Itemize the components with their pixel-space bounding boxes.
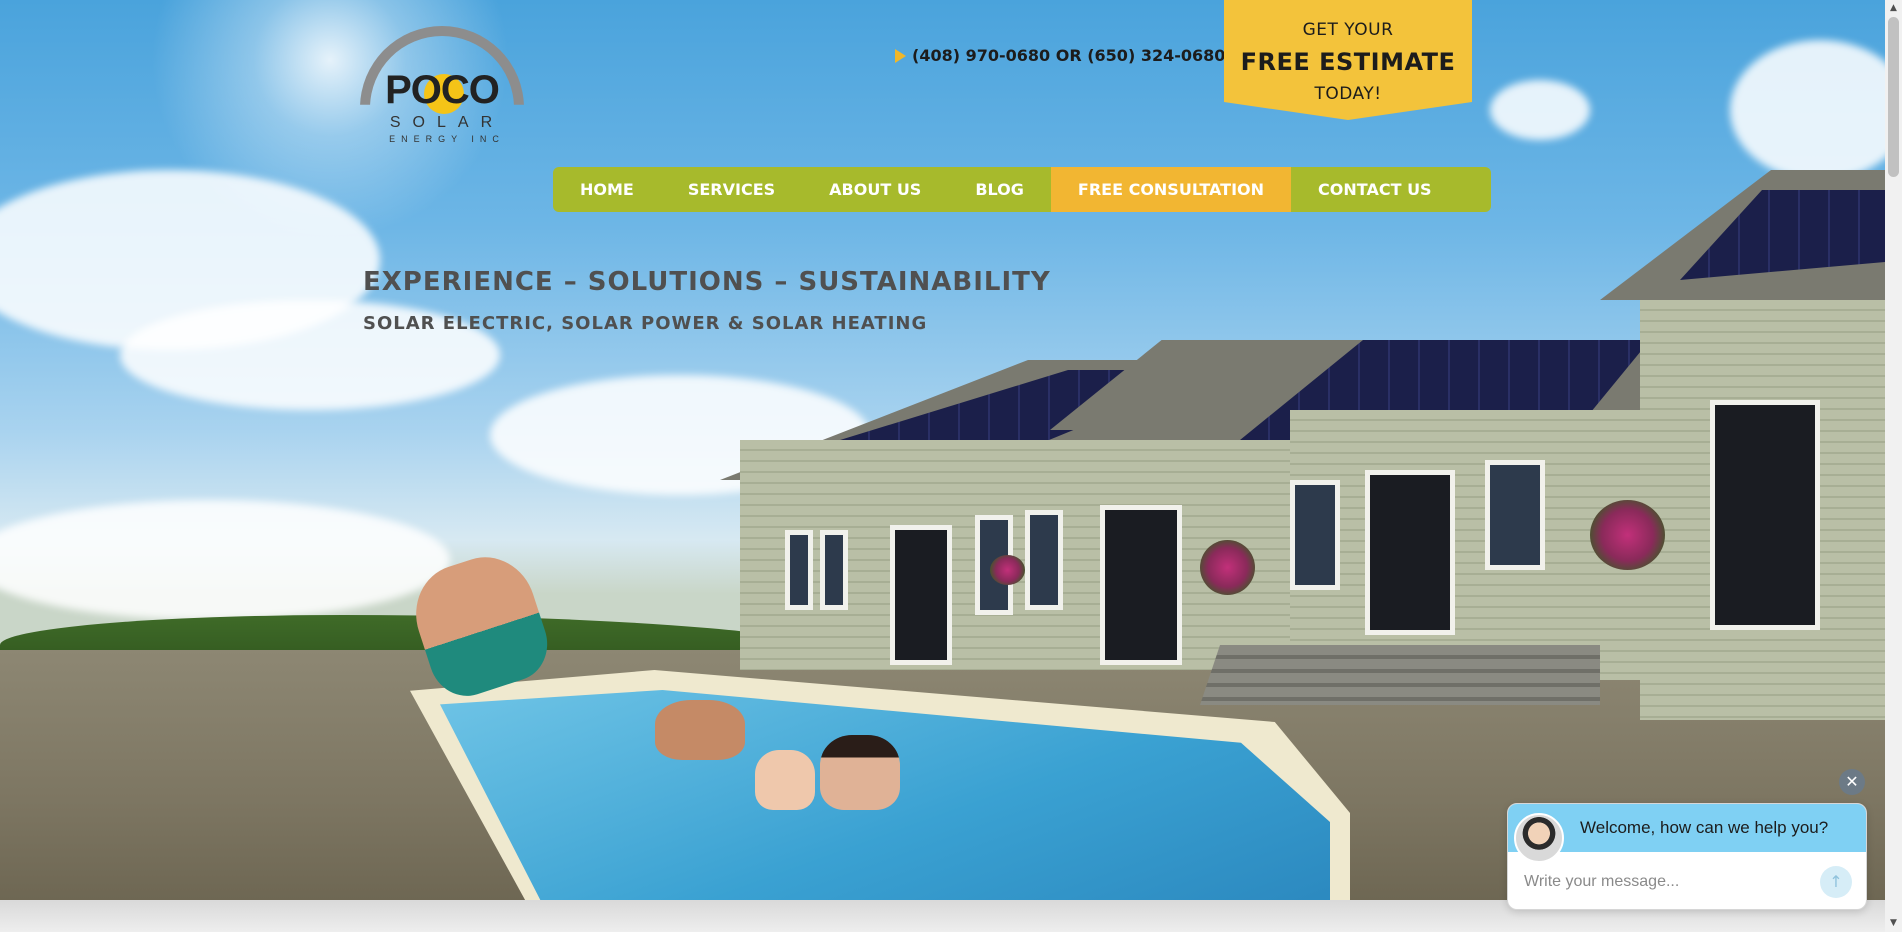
agent-avatar: [1514, 813, 1564, 863]
logo-poco: POCO: [385, 68, 500, 112]
nav-free-consultation[interactable]: FREE CONSULTATION: [1050, 167, 1292, 212]
main-nav: HOME SERVICES ABOUT US BLOG FREE CONSULT…: [553, 167, 1491, 212]
nav-services[interactable]: SERVICES: [661, 167, 802, 212]
chat-close-icon[interactable]: ✕: [1839, 769, 1865, 795]
hanging-flowers: [1200, 540, 1255, 595]
swimming-baby: [755, 750, 815, 810]
cloud: [1490, 80, 1590, 140]
scroll-up-icon[interactable]: ▲: [1885, 0, 1902, 17]
poco-solar-logo[interactable]: POCO SOLAR ENERGY INC: [358, 24, 526, 148]
logo-solar: SOLAR: [389, 114, 505, 131]
swimming-father: [655, 700, 745, 760]
hanging-flowers: [1590, 500, 1665, 570]
chat-welcome-text: Welcome, how can we help you?: [1580, 818, 1829, 837]
door: [1710, 400, 1820, 630]
window: [1290, 480, 1340, 590]
chat-input-row: ↑: [1508, 852, 1866, 909]
nav-contact-us[interactable]: CONTACT US: [1291, 167, 1459, 212]
window: [1025, 510, 1063, 610]
chat-header: Welcome, how can we help you?: [1508, 804, 1866, 863]
estimate-line3: TODAY!: [1314, 84, 1382, 104]
hero-banner: [0, 0, 1885, 900]
scroll-down-icon[interactable]: ▼: [1885, 915, 1902, 932]
cloud: [0, 500, 450, 620]
estimate-line1: GET YOUR: [1302, 20, 1394, 40]
swimming-mother: [820, 735, 900, 810]
door: [1365, 470, 1455, 635]
hero-subtagline: SOLAR ELECTRIC, SOLAR POWER & SOLAR HEAT…: [363, 313, 928, 334]
estimate-line2: FREE ESTIMATE: [1240, 48, 1456, 76]
nav-blog[interactable]: BLOG: [948, 167, 1051, 212]
nav-about-us[interactable]: ABOUT US: [802, 167, 948, 212]
phone-text: (408) 970-0680 OR (650) 324-0680: [912, 46, 1226, 65]
arrow-up-icon[interactable]: ↑: [1820, 865, 1852, 898]
window: [1485, 460, 1545, 570]
nav-home[interactable]: HOME: [553, 167, 661, 212]
scrollbar-thumb[interactable]: [1888, 17, 1899, 177]
door: [890, 525, 952, 665]
house-with-solar-panels: [720, 170, 1885, 720]
free-estimate-banner[interactable]: GET YOUR FREE ESTIMATE TODAY!: [1224, 0, 1472, 120]
cloud: [1730, 40, 1885, 180]
window: [820, 530, 848, 610]
play-arrow-icon: [895, 48, 906, 63]
chat-message-input[interactable]: [1524, 872, 1820, 891]
hanging-flowers: [990, 555, 1025, 585]
window: [785, 530, 813, 610]
page-scrollbar[interactable]: ▲ ▼: [1885, 0, 1902, 932]
hero-tagline: EXPERIENCE – SOLUTIONS – SUSTAINABILITY: [363, 267, 1051, 297]
door: [1100, 505, 1182, 665]
logo-energy-inc: ENERGY INC: [389, 134, 505, 144]
phone-numbers[interactable]: (408) 970-0680 OR (650) 324-0680: [895, 46, 1225, 65]
chat-widget: Welcome, how can we help you? ↑: [1507, 803, 1867, 910]
steps: [1200, 645, 1600, 705]
